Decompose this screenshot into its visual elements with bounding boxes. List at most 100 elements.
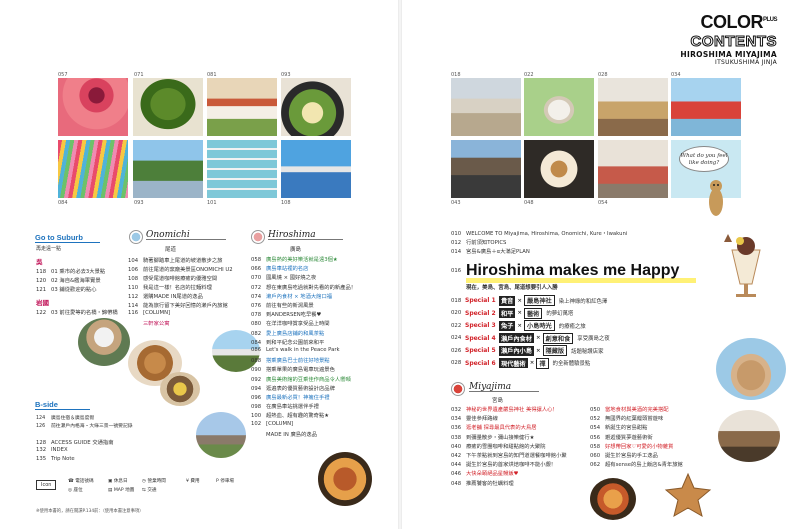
toc-entry[interactable]: 056 邂逅優質夢遊藝術街 (590, 433, 653, 441)
toc-entry[interactable]: 100 超熱血、超有趣的驚奇點★ (251, 411, 329, 419)
special-times-sign: × (535, 347, 541, 354)
toc-entry[interactable]: 054 新誕生的宮島甜點 (590, 423, 647, 431)
special-entry[interactable]: 022 Special 3 兔子 × 小島時光 的療癒之旅 (451, 320, 586, 331)
toc-entry[interactable]: 084 到和平紀念公園前來和平 (251, 338, 324, 346)
toc-entry[interactable]: 088 搭乘廣島巴士前往好地景點 (251, 356, 330, 364)
toc-entry[interactable]: 052 無國界的紅葉饅頭嘗遊味 (590, 414, 663, 422)
toc-entry-sub[interactable]: 三軒家公寓 (143, 319, 170, 327)
special-entry[interactable]: 028 Special 6 現代藝術 × 禪的全新體驗景點 (451, 357, 591, 369)
legend-holiday-icon: ▣ 休息日 (108, 479, 128, 484)
special-entry[interactable]: 024 Special 4 瀨戶內食材 × 創意和食 享受廣島之夜 (451, 332, 610, 344)
toc-entry[interactable]: 096 廣島最新必買！神擁住手禮 (251, 393, 330, 401)
toc-entry[interactable]: 102 [COLUMN] (251, 421, 293, 427)
special-page-number: 018 (451, 297, 462, 304)
special-entry[interactable]: 018 Special 1 貴音 × 嚴島神社 染上神綠的和紅色澤 (451, 295, 607, 306)
toc-entry[interactable]: 135 Trip Note (36, 456, 75, 462)
toc-entry[interactable]: 098 在廣島車站挑選伴手禮 (251, 402, 319, 410)
toc-entry[interactable]: 042 下午茶點就到宮島的知門道選餐咖啡館小聚 (451, 451, 567, 459)
special-description: 的全新體驗景點 (552, 361, 591, 367)
photo-dining-table (598, 78, 668, 136)
toc-entry-text: 到彌量散步・彌山接樂健行★ (466, 434, 535, 441)
toc-entry[interactable]: 072 想在東廣島吃過就對先看的的新產品！ (251, 283, 356, 291)
toc-entry[interactable]: 014 宮島&廣島＋α大滿足PLAN (451, 247, 530, 255)
toc-entry[interactable]: 090 搭乘單果的廣島電車玩遍景色 (251, 365, 335, 373)
icon-legend: Icon ☎ 電話號碼 ▣ 休息日 ◷ 營業時間 ¥ 費用 P 停車場 ◎ 座位… (36, 478, 250, 500)
toc-entry[interactable]: 118 01 乘市的必去3大景點 (36, 267, 105, 275)
toc-page-number: 062 (590, 462, 601, 469)
toc-entry[interactable]: 046 大快朵頤絕品星鰻飯♥ (451, 469, 518, 477)
toc-entry-text: 廣島熱的美好樂活就是遠3個★ (266, 257, 338, 263)
toc-entry[interactable]: 110 我是這一樣！名店的拉麵料理 (128, 283, 212, 291)
toc-entry[interactable]: 094 逛遍表的優質藝術設計店品牌 (251, 384, 335, 392)
toc-entry-text: Let's walk in the Peace Park (266, 347, 340, 353)
toc-entry[interactable]: 092 廣島美術館的豆乘佳作商品令人嚮噸 (251, 375, 351, 383)
photo-deer-circle (716, 338, 786, 400)
legend-phone-icon: ☎ 電話號碼 (68, 479, 94, 484)
toc-entry[interactable]: 106 前往尾道的窯廠美景區ONOMICHI U2 (128, 265, 233, 273)
toc-entry[interactable]: 074 瀨戶內食材 × 地酒大館口福 (251, 292, 332, 300)
toc-entry[interactable]: 112 選購MADE IN尾道的逸品 (128, 292, 203, 300)
photo-garden-pond (133, 140, 203, 198)
toc-entry[interactable]: 010 WELCOME TO Miyajima, Hiroshima, Onomi… (451, 229, 627, 237)
toc-entry[interactable]: 062 超有sense的島上飯店&青年旅館 (590, 460, 683, 468)
special-times-sign: × (517, 322, 522, 329)
toc-entry[interactable]: 034 靈佳參拜路線 (451, 414, 498, 422)
photo-shop-person (598, 140, 668, 198)
toc-entry[interactable]: 122 03 前往愛等的名橋・錦帶橋 (36, 308, 118, 316)
toc-entry[interactable]: 124 廣島住宿＆廣島度假 (36, 414, 94, 421)
toc-entry[interactable]: 058 好想帶回家♡可愛的小物雜貨 (590, 442, 673, 450)
toc-entry-text: 超熱血、超有趣的驚奇點★ (266, 413, 330, 420)
special-entry[interactable]: 026 Special 5 瀨戶內小島 × 隱藏版 話題秘讚店家 (451, 345, 603, 356)
photo-red-torii (671, 78, 741, 136)
magazine-spread: COLORPLUS CONTENTS HIROSHIMA MIYAJIMA IT… (0, 0, 799, 529)
special-times-sign: × (529, 360, 535, 366)
toc-entry[interactable]: 104 騎著腳踏車上尾道的坡道散步之旅 (128, 256, 222, 264)
toc-entry[interactable]: 058 廣島熱的美好樂活就是遠3個★ (251, 255, 338, 263)
toc-entry-text: 當地食材與美酒的完美搭配 (605, 407, 669, 413)
toc-entry[interactable]: 120 02 海自&艦海軍實景 (36, 276, 101, 284)
toc-entry-text: 逛遍表的優質藝術設計店品牌 (266, 385, 335, 392)
toc-entry[interactable]: 132 INDEX (36, 447, 68, 453)
toc-entry[interactable]: 044 誕生於宮島的首家烘焙咖啡不能小覷！ (451, 460, 556, 468)
special-page-number: 028 (451, 360, 462, 366)
toc-entry[interactable]: 082 愛上廣島店鋪的和風茶點 (251, 329, 324, 337)
toc-entry[interactable]: 040 療癒的雪團咖啡和甜點館的大聚院 (451, 442, 545, 450)
hiroshima-subtitle: 廣島 (290, 247, 302, 253)
toc-page-number: 092 (251, 376, 262, 383)
special-keyword-b: 嚴島神社 (523, 295, 555, 306)
special-label: Special 5 (465, 347, 496, 354)
toc-entry[interactable]: 126 前往瀨戶內格海・大綠三景一號要記錄 (36, 422, 133, 429)
toc-entry[interactable]: 080 在洋洋咖啡賞享受品上時間 (251, 319, 330, 327)
toc-entry[interactable]: 114 能為旅行留下美好回憶的瀨戶內旅館 (128, 301, 228, 309)
toc-entry[interactable]: 108 感受尾道咖啡館療癒的優雅空間 (128, 274, 217, 282)
toc-entry[interactable]: 128 ACCESS GUIDE 交通指南 (36, 438, 114, 446)
toc-entry[interactable]: 060 誕生於宮島的手工逸品 (590, 451, 658, 459)
photo-ramen-bowl (281, 78, 351, 136)
headline[interactable]: Hiroshima makes me Happy (466, 262, 679, 280)
photo-cyclist (451, 140, 521, 198)
hiroshima-rule (268, 239, 343, 240)
toc-entry[interactable]: 116 [COLUMN] (128, 310, 170, 316)
toc-entry[interactable]: 070 國風燒 × 國好燒之夜 (251, 273, 316, 281)
special-entry[interactable]: 020 Special 2 和平 × 藝術 的夢幻萬塔 (451, 307, 573, 319)
toc-page-number: 036 (451, 425, 462, 432)
toc-entry[interactable]: 086 Let's walk in the Peace Park (251, 347, 340, 353)
toc-entry[interactable]: 050 當地食材與美酒的完美搭配 (590, 405, 669, 413)
toc-entry[interactable]: 032 神秘的世界遺產嚴島神社 美得讓人心！ (451, 405, 558, 413)
toc-page-number: 076 (251, 303, 262, 309)
toc-entry[interactable]: 038 到彌量散步・彌山接樂健行★ (451, 433, 534, 441)
toc-entry[interactable]: 036 逛老舖 探尋最具代表的大鳥居 (451, 423, 537, 431)
toc-entry[interactable]: 121 03 鋪從歡迎的點心 (36, 285, 97, 293)
special-label: Special 6 (465, 359, 496, 367)
onomichi-badge (129, 230, 143, 244)
toc-entry[interactable]: 048 推薦饕客的牡蠣料理 (451, 479, 514, 487)
toc-entry[interactable]: MADE IN 廣島的逸品 (251, 430, 317, 438)
toc-entry-text: 在洋洋咖啡賞享受品上時間 (266, 321, 330, 328)
toc-page-number: 038 (451, 434, 462, 441)
toc-entry[interactable]: 066 廣島車站裡的名店 (251, 264, 308, 272)
special-keyword-a: 瀨戶內小島 (499, 345, 534, 356)
toc-entry[interactable]: 076 前往有些的新潟風景 (251, 301, 314, 309)
photo-cat-circle (78, 318, 130, 366)
toc-entry[interactable]: 012 行前須知TOPICS (451, 238, 506, 246)
toc-entry[interactable]: 078 到ANDERSEN吃早餐♥ (251, 310, 321, 318)
